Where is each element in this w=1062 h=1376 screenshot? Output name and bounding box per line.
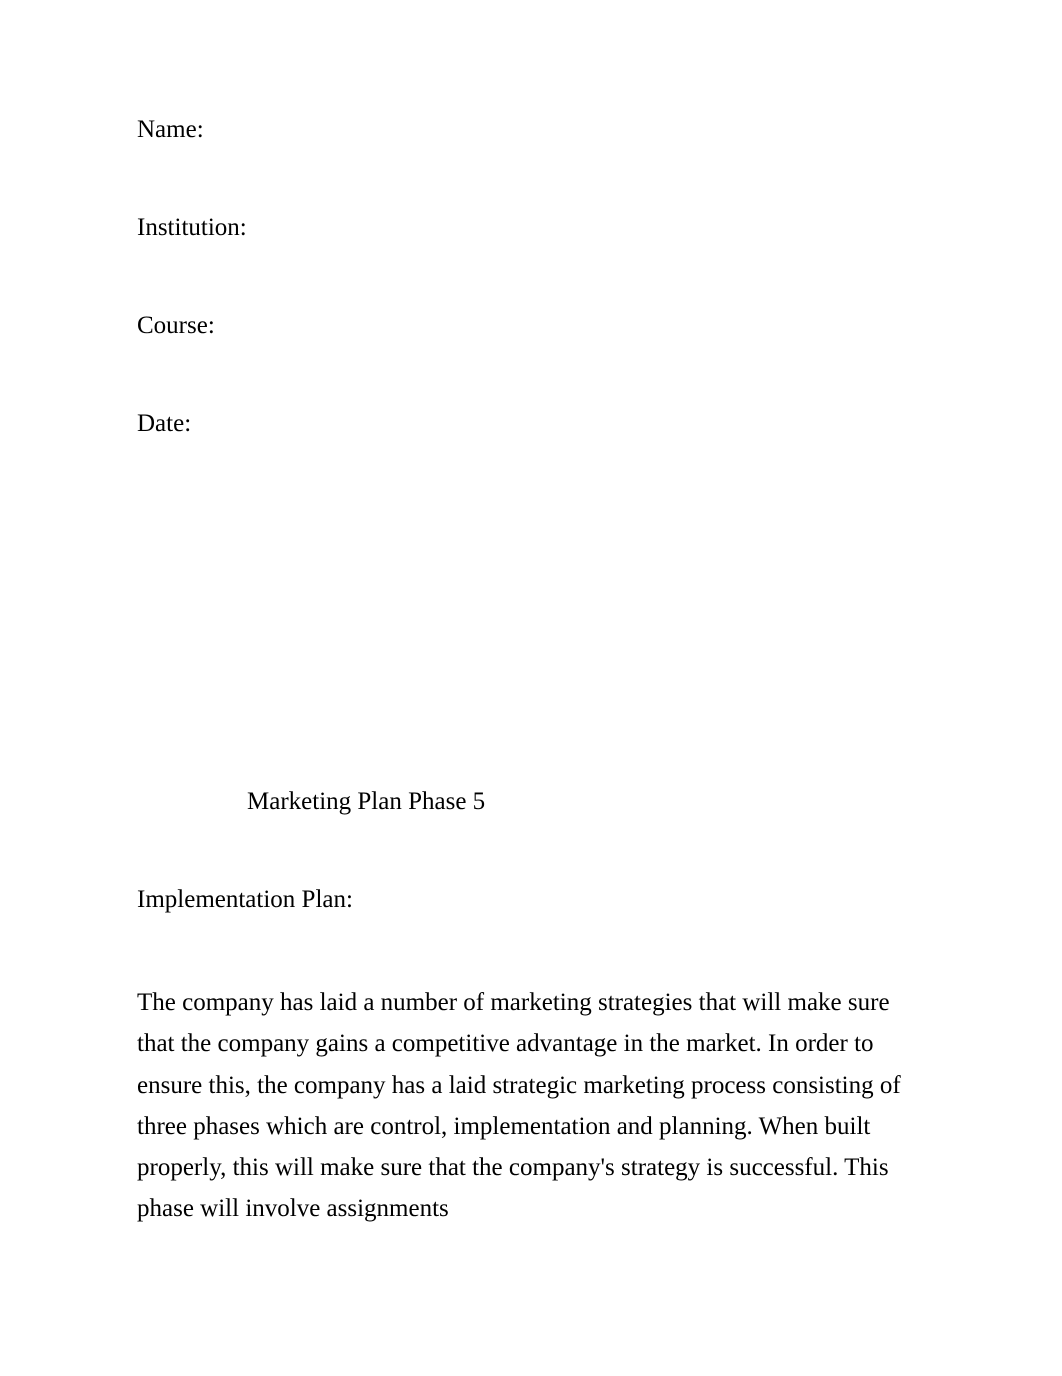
course-label: Course: <box>137 312 925 340</box>
name-label: Name: <box>137 116 925 144</box>
institution-label: Institution: <box>137 214 925 242</box>
date-label: Date: <box>137 410 925 438</box>
document-title: Marketing Plan Phase 5 <box>247 788 925 816</box>
subheading: Implementation Plan: <box>137 886 925 914</box>
title-section: Marketing Plan Phase 5 <box>137 788 925 816</box>
body-paragraph: The company has laid a number of marketi… <box>137 982 925 1230</box>
